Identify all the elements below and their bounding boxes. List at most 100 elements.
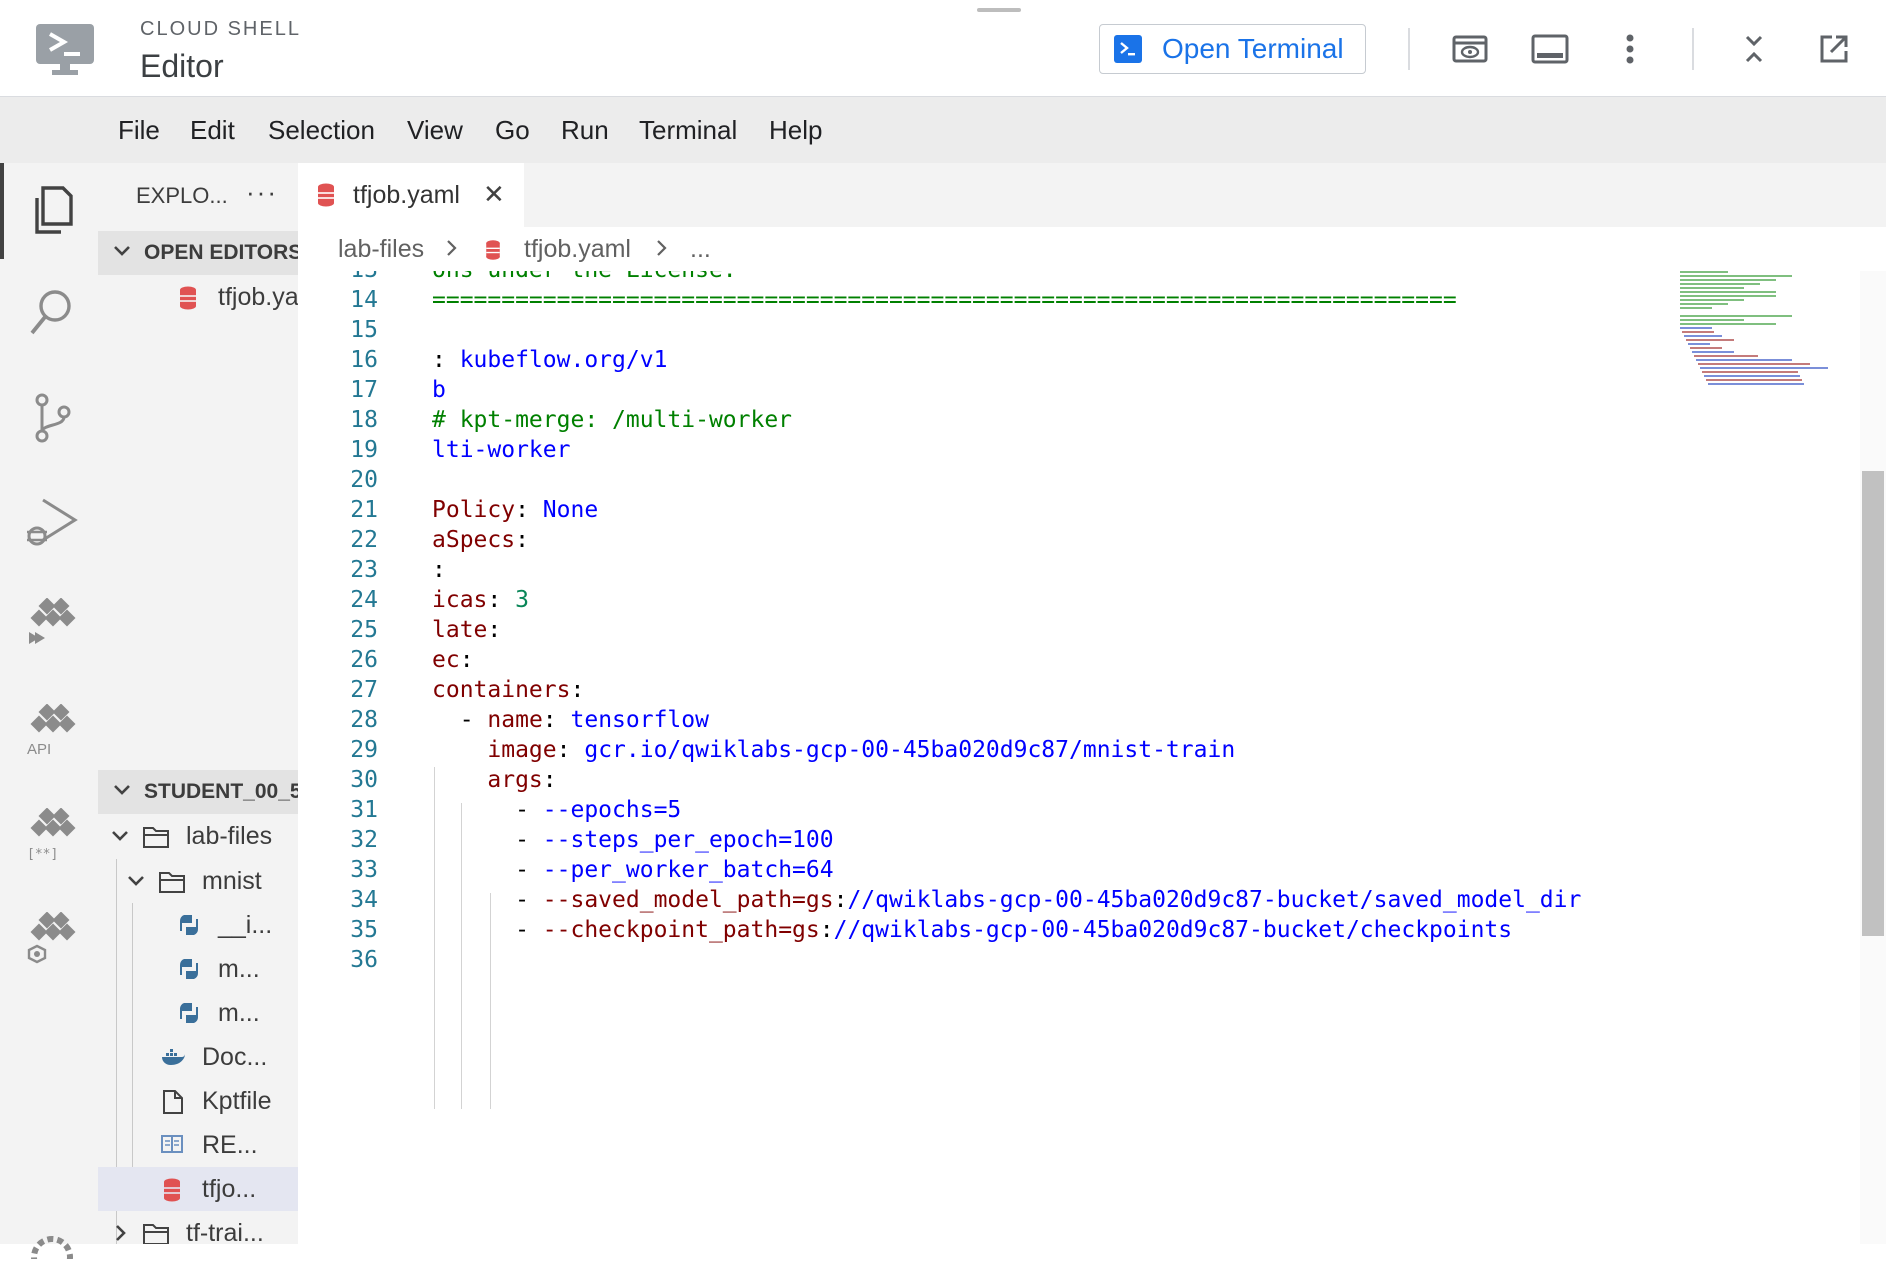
tree-folder-mnist[interactable]: mnist [98,859,298,903]
python-file-icon [178,913,204,939]
tree-file-dockerfile[interactable]: Doc... [98,1035,298,1079]
explorer-icon[interactable] [24,180,80,240]
workspace-section[interactable]: STUDENT_00_5 [98,770,298,814]
source-control-icon[interactable] [24,388,80,448]
minimap-line [1680,307,1712,309]
cloud-shell-logo-icon [34,22,100,78]
brand-title: Editor [140,48,224,84]
menu-bar: File Edit Selection View Go Run Terminal… [0,97,1886,163]
code-text: - --per_worker_batch=64 [515,857,834,883]
secret-manager-icon[interactable]: [**] [24,806,80,866]
web-preview-icon[interactable] [1450,29,1490,69]
toolbar-separator [1408,28,1410,70]
tree-item-label: __i... [218,911,273,939]
line-number: 24 [350,587,378,613]
menu-terminal[interactable]: Terminal [639,115,737,146]
close-icon[interactable]: ✕ [483,179,505,210]
explorer-more-actions[interactable]: ··· [246,177,278,208]
minimap-line [1680,319,1744,321]
tab-tfjob-yaml[interactable]: tfjob.yaml ✕ [298,163,524,227]
yaml-file-icon [484,239,502,268]
line-number: 20 [350,467,378,493]
folder-open-icon [142,824,169,850]
menu-view[interactable]: View [407,115,463,146]
minimap-line [1686,339,1734,341]
tree-item-label: RE... [202,1131,258,1159]
tree-file-python[interactable]: __i... [98,903,298,947]
breadcrumb-file[interactable]: tfjob.yaml [524,235,631,264]
tab-label: tfjob.yaml [353,181,460,209]
open-editor-item[interactable]: tfjob.yaml [98,275,298,319]
chevron-down-icon [110,824,136,850]
menu-run[interactable]: Run [561,115,609,146]
line-number: 23 [350,557,378,583]
tree-folder-lab-files[interactable]: lab-files [98,814,298,858]
kubernetes-icon[interactable] [24,910,80,970]
code-line[interactable]: 36 [298,947,1676,983]
tree-file-readme[interactable]: RE... [98,1123,298,1167]
menu-selection[interactable]: Selection [268,115,375,146]
line-number: 27 [350,677,378,703]
minimap-line [1684,335,1723,337]
menu-help[interactable]: Help [769,115,822,146]
minimap-line [1698,363,1810,365]
tree-item-label: tf-trai... [186,1219,264,1244]
chevron-down-icon [126,869,152,895]
cloud-code-icon[interactable] [24,596,80,656]
line-number: 29 [350,737,378,763]
python-file-icon [178,1001,204,1027]
more-vert-icon[interactable] [1610,29,1650,69]
yaml-file-icon [178,285,204,311]
minimap-line [1680,271,1728,273]
minimize-icon[interactable] [1734,29,1774,69]
breadcrumb-folder[interactable]: lab-files [338,235,424,264]
breadcrumb-more[interactable]: ... [690,235,711,264]
code-text: aSpecs: [432,527,529,553]
code-text: icas: 3 [432,587,529,613]
code-text: ons under the License. [432,271,737,283]
open-editors-section[interactable]: OPEN EDITORS [98,231,298,275]
minimap-line [1692,351,1734,353]
minimap-line [1680,283,1760,285]
minimap[interactable] [1680,271,1870,431]
line-number: 15 [350,317,378,343]
tree-file-python[interactable]: m... [98,947,298,991]
tree-file-tfjob-yaml[interactable]: tfjo... [98,1167,298,1211]
menu-go[interactable]: Go [495,115,530,146]
open-new-window-icon[interactable] [1814,29,1854,69]
layout-icon[interactable] [1530,29,1570,69]
minimap-line [1706,379,1802,381]
code-text: Policy: None [432,497,599,523]
scrollbar-thumb[interactable] [1862,471,1884,936]
open-editor-label: tfjob.yaml [218,283,298,311]
settings-gear-icon[interactable] [24,1214,80,1274]
minimap-line [1680,287,1744,289]
line-number: 21 [350,497,378,523]
search-icon[interactable] [24,282,80,342]
code-text: lti-worker [432,437,571,463]
menu-edit[interactable]: Edit [190,115,235,146]
tree-item-label: lab-files [186,822,273,850]
explorer-title: EXPLO... [136,183,228,208]
cloud-api-icon[interactable]: API [24,702,80,762]
tree-file-kptfile[interactable]: Kptfile [98,1079,298,1123]
tree-file-python[interactable]: m... [98,991,298,1035]
open-terminal-label: Open Terminal [1162,33,1344,64]
brand-small: CLOUD SHELL [140,18,301,40]
minimap-line [1690,347,1722,349]
code-text: args: [487,767,557,793]
code-text: image: gcr.io/qwiklabs-gcp-00-45ba020d9c… [487,737,1236,763]
open-terminal-button[interactable]: Open Terminal [1099,24,1366,74]
menu-file[interactable]: File [118,115,160,146]
readme-icon [160,1133,186,1159]
code-text: : kubeflow.org/v1 [432,347,668,373]
drag-handle[interactable] [977,8,1021,12]
code-text: ec: [432,647,474,673]
terminal-icon [1114,35,1142,63]
code-editor[interactable]: 13 ons under the License. 14 ==============… [298,271,1676,1244]
run-debug-icon[interactable] [24,492,80,552]
line-number: 28 [350,707,378,733]
line-number: 33 [350,857,378,883]
tree-folder-tf-training[interactable]: tf-trai... [98,1211,298,1244]
code-text: ========================================… [432,287,1457,313]
